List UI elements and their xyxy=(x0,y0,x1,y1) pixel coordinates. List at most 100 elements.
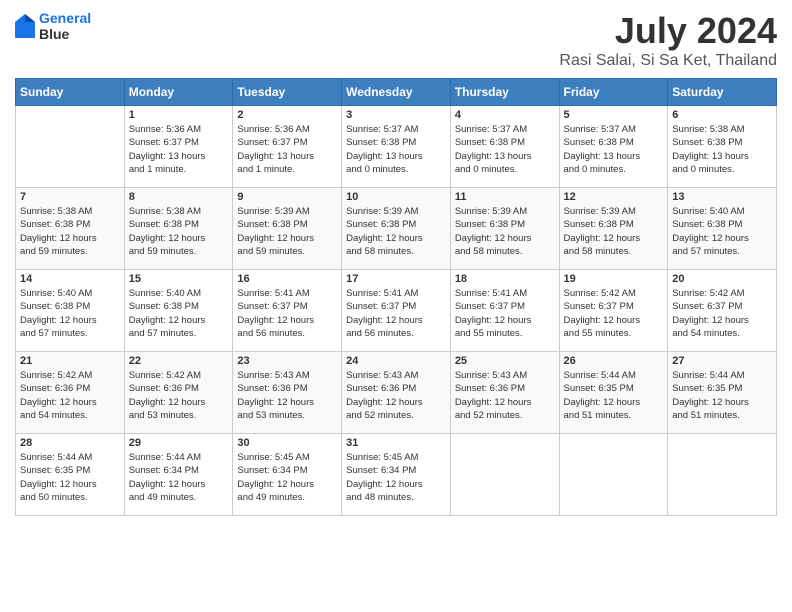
day-number: 10 xyxy=(346,191,446,203)
day-info: Sunrise: 5:38 AM Sunset: 6:38 PM Dayligh… xyxy=(129,205,229,258)
calendar-cell: 3 Sunrise: 5:37 AM Sunset: 6:38 PM Daylig… xyxy=(342,106,451,188)
page: General Blue July 2024 Rasi Salai, Si Sa… xyxy=(0,0,792,612)
day-number: 26 xyxy=(564,355,664,367)
day-info: Sunrise: 5:41 AM Sunset: 6:37 PM Dayligh… xyxy=(346,287,446,340)
calendar-week-row: 21 Sunrise: 5:42 AM Sunset: 6:36 PM Dayli… xyxy=(16,352,777,434)
calendar-week-row: 28Sunrise: 5:44 AM Sunset: 6:35 PM Dayli… xyxy=(16,434,777,516)
calendar-week-row: 1 Sunrise: 5:36 AM Sunset: 6:37 PM Daylig… xyxy=(16,106,777,188)
calendar-cell: 15 Sunrise: 5:40 AM Sunset: 6:38 PM Dayli… xyxy=(124,270,233,352)
calendar-cell: 19 Sunrise: 5:42 AM Sunset: 6:37 PM Dayli… xyxy=(559,270,668,352)
day-number: 14 xyxy=(20,273,120,285)
day-info: Sunrise: 5:38 AM Sunset: 6:38 PM Dayligh… xyxy=(20,205,120,258)
calendar-cell: 24Sunrise: 5:43 AM Sunset: 6:36 PM Dayli… xyxy=(342,352,451,434)
day-info: Sunrise: 5:39 AM Sunset: 6:38 PM Dayligh… xyxy=(346,205,446,258)
calendar-cell: 4 Sunrise: 5:37 AM Sunset: 6:38 PM Daylig… xyxy=(450,106,559,188)
day-info: Sunrise: 5:44 AM Sunset: 6:35 PM Dayligh… xyxy=(672,369,772,422)
calendar-cell: 16 Sunrise: 5:41 AM Sunset: 6:37 PM Dayli… xyxy=(233,270,342,352)
logo-text: General Blue xyxy=(39,10,91,42)
day-info: Sunrise: 5:37 AM Sunset: 6:38 PM Dayligh… xyxy=(455,123,555,176)
calendar-cell: 18Sunrise: 5:41 AM Sunset: 6:37 PM Dayli… xyxy=(450,270,559,352)
calendar-day-header: Wednesday xyxy=(342,79,451,106)
day-number: 30 xyxy=(237,437,337,449)
calendar-cell: 22 Sunrise: 5:42 AM Sunset: 6:36 PM Dayli… xyxy=(124,352,233,434)
calendar-day-header: Sunday xyxy=(16,79,125,106)
day-info: Sunrise: 5:44 AM Sunset: 6:35 PM Dayligh… xyxy=(20,451,120,504)
calendar-cell: 30 Sunrise: 5:45 AM Sunset: 6:34 PM Dayli… xyxy=(233,434,342,516)
day-info: Sunrise: 5:39 AM Sunset: 6:38 PM Dayligh… xyxy=(237,205,337,258)
day-number: 13 xyxy=(672,191,772,203)
day-info: Sunrise: 5:40 AM Sunset: 6:38 PM Dayligh… xyxy=(129,287,229,340)
subtitle: Rasi Salai, Si Sa Ket, Thailand xyxy=(559,52,777,70)
calendar-day-header: Friday xyxy=(559,79,668,106)
day-number: 4 xyxy=(455,109,555,121)
day-info: Sunrise: 5:39 AM Sunset: 6:38 PM Dayligh… xyxy=(564,205,664,258)
day-number: 1 xyxy=(129,109,229,121)
day-number: 3 xyxy=(346,109,446,121)
day-number: 5 xyxy=(564,109,664,121)
day-number: 20 xyxy=(672,273,772,285)
calendar-cell: 2Sunrise: 5:36 AM Sunset: 6:37 PM Daylig… xyxy=(233,106,342,188)
calendar-cell: 5Sunrise: 5:37 AM Sunset: 6:38 PM Daylig… xyxy=(559,106,668,188)
day-number: 19 xyxy=(564,273,664,285)
day-number: 23 xyxy=(237,355,337,367)
day-info: Sunrise: 5:45 AM Sunset: 6:34 PM Dayligh… xyxy=(346,451,446,504)
day-number: 27 xyxy=(672,355,772,367)
calendar-week-row: 7 Sunrise: 5:38 AM Sunset: 6:38 PM Daylig… xyxy=(16,188,777,270)
day-number: 12 xyxy=(564,191,664,203)
header: General Blue July 2024 Rasi Salai, Si Sa… xyxy=(15,10,777,70)
day-info: Sunrise: 5:42 AM Sunset: 6:36 PM Dayligh… xyxy=(129,369,229,422)
calendar-day-header: Saturday xyxy=(668,79,777,106)
day-number: 21 xyxy=(20,355,120,367)
day-info: Sunrise: 5:45 AM Sunset: 6:34 PM Dayligh… xyxy=(237,451,337,504)
calendar-table: SundayMondayTuesdayWednesdayThursdayFrid… xyxy=(15,78,777,516)
day-info: Sunrise: 5:38 AM Sunset: 6:38 PM Dayligh… xyxy=(672,123,772,176)
day-number: 6 xyxy=(672,109,772,121)
day-info: Sunrise: 5:41 AM Sunset: 6:37 PM Dayligh… xyxy=(237,287,337,340)
calendar-cell: 25 Sunrise: 5:43 AM Sunset: 6:36 PM Dayli… xyxy=(450,352,559,434)
day-info: Sunrise: 5:40 AM Sunset: 6:38 PM Dayligh… xyxy=(672,205,772,258)
day-info: Sunrise: 5:44 AM Sunset: 6:34 PM Dayligh… xyxy=(129,451,229,504)
calendar-day-header: Thursday xyxy=(450,79,559,106)
day-number: 9 xyxy=(237,191,337,203)
calendar-cell: 1 Sunrise: 5:36 AM Sunset: 6:37 PM Daylig… xyxy=(124,106,233,188)
day-number: 16 xyxy=(237,273,337,285)
logo: General Blue xyxy=(15,10,91,42)
calendar-cell: 13 Sunrise: 5:40 AM Sunset: 6:38 PM Dayli… xyxy=(668,188,777,270)
calendar-cell xyxy=(450,434,559,516)
day-info: Sunrise: 5:43 AM Sunset: 6:36 PM Dayligh… xyxy=(237,369,337,422)
day-number: 22 xyxy=(129,355,229,367)
day-info: Sunrise: 5:42 AM Sunset: 6:37 PM Dayligh… xyxy=(672,287,772,340)
day-number: 2 xyxy=(237,109,337,121)
day-info: Sunrise: 5:39 AM Sunset: 6:38 PM Dayligh… xyxy=(455,205,555,258)
day-number: 29 xyxy=(129,437,229,449)
calendar-cell xyxy=(559,434,668,516)
day-number: 31 xyxy=(346,437,446,449)
calendar-cell: 27 Sunrise: 5:44 AM Sunset: 6:35 PM Dayli… xyxy=(668,352,777,434)
logo-icon xyxy=(15,14,35,38)
day-info: Sunrise: 5:43 AM Sunset: 6:36 PM Dayligh… xyxy=(455,369,555,422)
calendar-cell: 6 Sunrise: 5:38 AM Sunset: 6:38 PM Daylig… xyxy=(668,106,777,188)
day-info: Sunrise: 5:41 AM Sunset: 6:37 PM Dayligh… xyxy=(455,287,555,340)
calendar-cell: 28Sunrise: 5:44 AM Sunset: 6:35 PM Dayli… xyxy=(16,434,125,516)
day-info: Sunrise: 5:42 AM Sunset: 6:36 PM Dayligh… xyxy=(20,369,120,422)
calendar-week-row: 14 Sunrise: 5:40 AM Sunset: 6:38 PM Dayli… xyxy=(16,270,777,352)
day-number: 8 xyxy=(129,191,229,203)
day-number: 7 xyxy=(20,191,120,203)
day-info: Sunrise: 5:42 AM Sunset: 6:37 PM Dayligh… xyxy=(564,287,664,340)
title-block: July 2024 Rasi Salai, Si Sa Ket, Thailan… xyxy=(559,10,777,70)
day-number: 15 xyxy=(129,273,229,285)
calendar-day-header: Monday xyxy=(124,79,233,106)
main-title: July 2024 xyxy=(559,10,777,52)
calendar-header-row: SundayMondayTuesdayWednesdayThursdayFrid… xyxy=(16,79,777,106)
day-info: Sunrise: 5:37 AM Sunset: 6:38 PM Dayligh… xyxy=(346,123,446,176)
calendar-cell: 23 Sunrise: 5:43 AM Sunset: 6:36 PM Dayli… xyxy=(233,352,342,434)
calendar-cell xyxy=(16,106,125,188)
calendar-cell: 8 Sunrise: 5:38 AM Sunset: 6:38 PM Daylig… xyxy=(124,188,233,270)
day-info: Sunrise: 5:44 AM Sunset: 6:35 PM Dayligh… xyxy=(564,369,664,422)
calendar-cell: 21 Sunrise: 5:42 AM Sunset: 6:36 PM Dayli… xyxy=(16,352,125,434)
calendar-cell: 12 Sunrise: 5:39 AM Sunset: 6:38 PM Dayli… xyxy=(559,188,668,270)
day-info: Sunrise: 5:36 AM Sunset: 6:37 PM Dayligh… xyxy=(129,123,229,176)
calendar-cell: 20 Sunrise: 5:42 AM Sunset: 6:37 PM Dayli… xyxy=(668,270,777,352)
calendar-day-header: Tuesday xyxy=(233,79,342,106)
day-number: 25 xyxy=(455,355,555,367)
